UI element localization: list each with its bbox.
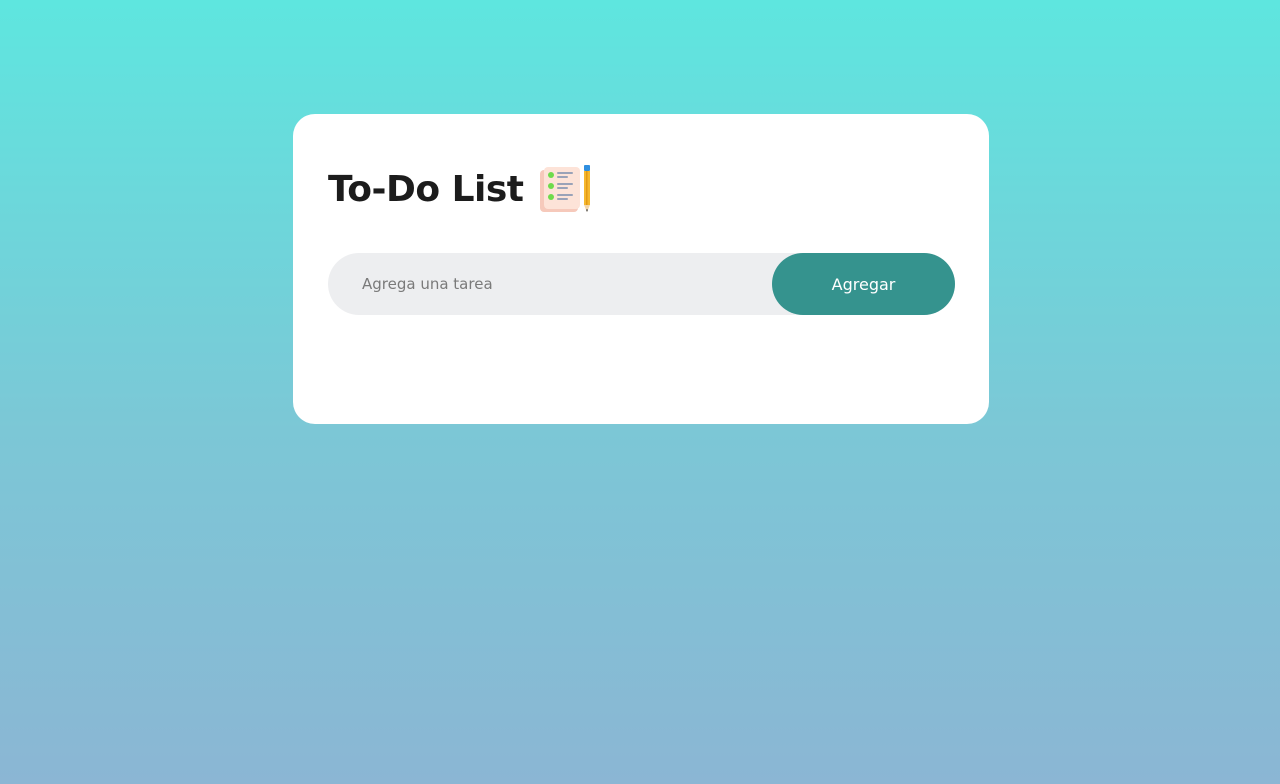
task-input-row: Agregar [328,253,955,315]
add-task-button[interactable]: Agregar [772,253,955,315]
page-title: To-Do List [328,169,524,210]
task-input[interactable] [328,253,768,315]
title-row: To-Do List [328,164,594,216]
todo-card: To-Do List Agregar [293,114,989,424]
checklist-pencil-icon [539,165,590,212]
